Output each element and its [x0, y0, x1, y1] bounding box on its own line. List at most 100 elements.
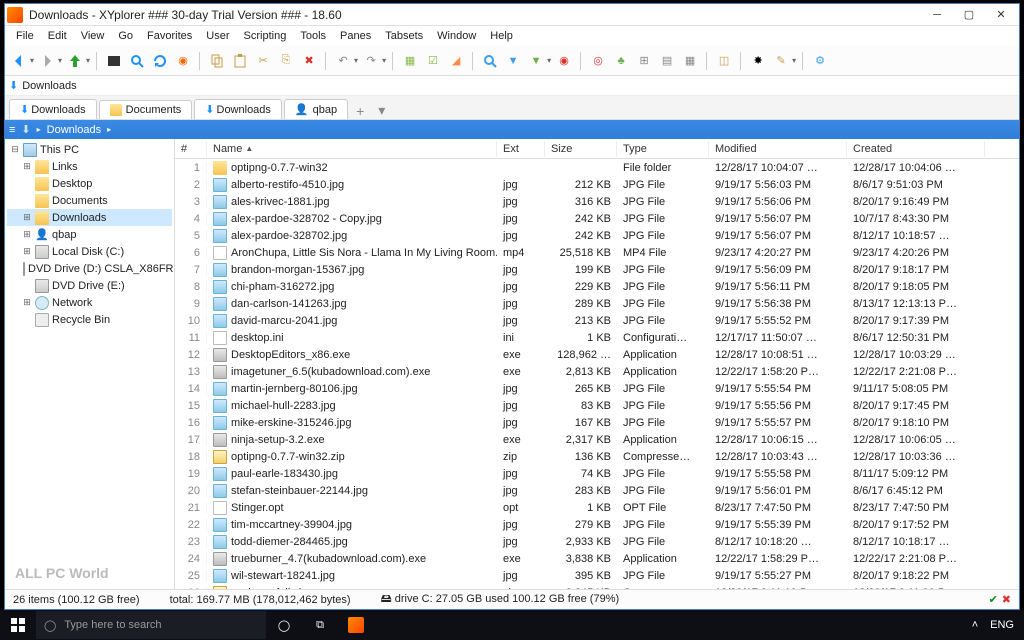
tray-chevron-icon[interactable]: ˄ — [972, 619, 978, 631]
tool2-button[interactable]: ☑ — [423, 51, 443, 71]
target-button[interactable]: ◉ — [173, 51, 193, 71]
wand-button[interactable]: ✎ — [771, 51, 791, 71]
file-row[interactable]: 22tim-mccartney-39904.jpgjpg279 KBJPG Fi… — [175, 516, 1019, 533]
file-row[interactable]: 5alex-pardoe-328702.jpgjpg242 KBJPG File… — [175, 227, 1019, 244]
booklet-button[interactable]: ◫ — [714, 51, 734, 71]
expand-icon[interactable] — [21, 280, 33, 292]
menu-edit[interactable]: Edit — [41, 28, 74, 44]
chevron-icon[interactable]: ▸ — [107, 125, 111, 134]
grid2-button[interactable]: ▤ — [657, 51, 677, 71]
tree-qbap[interactable]: ⊞👤qbap — [7, 226, 172, 243]
tab-qbap[interactable]: 👤qbap — [284, 99, 348, 119]
file-row[interactable]: 14martin-jernberg-80106.jpgjpg265 KBJPG … — [175, 380, 1019, 397]
expand-icon[interactable]: ⊞ — [21, 229, 33, 241]
close-button[interactable]: ✕ — [985, 4, 1017, 26]
file-row[interactable]: 19paul-earle-183430.jpgjpg74 KBJPG File9… — [175, 465, 1019, 482]
palette-button[interactable]: ◉ — [554, 51, 574, 71]
expand-icon[interactable]: ⊞ — [21, 161, 33, 173]
filter-button[interactable]: ▼ — [503, 51, 523, 71]
file-row[interactable]: 9dan-carlson-141263.jpgjpg289 KBJPG File… — [175, 295, 1019, 312]
copy-button[interactable] — [207, 51, 227, 71]
tree-downloads[interactable]: ⊞Downloads — [7, 209, 172, 226]
file-row[interactable]: 24trueburner_4.7(kubadownload.com).exeex… — [175, 550, 1019, 567]
expand-icon[interactable] — [21, 314, 33, 326]
file-row[interactable]: 21Stinger.optopt1 KBOPT File8/23/17 7:47… — [175, 499, 1019, 516]
file-row[interactable]: 3ales-krivec-1881.jpgjpg316 KBJPG File9/… — [175, 193, 1019, 210]
file-row[interactable]: 12DesktopEditors_x86.exeexe128,962 …Appl… — [175, 346, 1019, 363]
file-row[interactable]: 1optipng-0.7.7-win32File folder12/28/17 … — [175, 159, 1019, 176]
status-cancel-button[interactable]: ✖ — [1002, 593, 1011, 606]
file-row[interactable]: 17ninja-setup-3.2.exeexe2,317 KBApplicat… — [175, 431, 1019, 448]
expand-icon[interactable]: ⊞ — [21, 212, 33, 224]
up-dropdown[interactable]: ▾ — [86, 56, 90, 65]
find-button[interactable] — [127, 51, 147, 71]
file-row[interactable]: 18optipng-0.7.7-win32.zipzip136 KBCompre… — [175, 448, 1019, 465]
search-icon[interactable] — [480, 51, 500, 71]
copy2-button[interactable]: ⎘ — [276, 51, 296, 71]
expand-icon[interactable]: ⊟ — [9, 144, 21, 156]
paste-button[interactable] — [230, 51, 250, 71]
expand-icon[interactable]: ⊞ — [21, 297, 33, 309]
taskbar-app-xyplorer[interactable] — [338, 610, 374, 640]
lang-indicator[interactable]: ENG — [990, 619, 1014, 631]
arrow-down-icon[interactable]: ⬇ — [21, 123, 30, 136]
menu-scripting[interactable]: Scripting — [237, 28, 294, 44]
tab-documents[interactable]: Documents — [99, 100, 193, 119]
forward-button[interactable] — [37, 51, 57, 71]
col-type[interactable]: Type — [617, 141, 709, 157]
menu-go[interactable]: Go — [111, 28, 140, 44]
file-row[interactable]: 4alex-pardoe-328702 - Copy.jpgjpg242 KBJ… — [175, 210, 1019, 227]
menu-panes[interactable]: Panes — [333, 28, 378, 44]
col-created[interactable]: Created — [847, 141, 985, 157]
undo-dropdown[interactable]: ▾ — [354, 56, 358, 65]
address-bar[interactable]: ⬇ Downloads — [5, 76, 1019, 96]
undo-button[interactable]: ↶ — [333, 51, 353, 71]
redo-dropdown[interactable]: ▾ — [382, 56, 386, 65]
up-button[interactable] — [65, 51, 85, 71]
tool3-button[interactable]: ◢ — [446, 51, 466, 71]
file-row[interactable]: 2alberto-restifo-4510.jpgjpg212 KBJPG Fi… — [175, 176, 1019, 193]
col-index[interactable]: # — [175, 141, 207, 157]
filter2-button[interactable]: ▼ — [526, 51, 546, 71]
cut-button[interactable]: ✂ — [253, 51, 273, 71]
breadcrumb-item[interactable]: Downloads — [47, 124, 101, 136]
menu-help[interactable]: Help — [483, 28, 520, 44]
maximize-button[interactable]: ▢ — [953, 4, 985, 26]
file-row[interactable]: 13imagetuner_6.5(kubadownload.com).exeex… — [175, 363, 1019, 380]
forward-dropdown[interactable]: ▾ — [58, 56, 62, 65]
file-row[interactable]: 15michael-hull-2283.jpgjpg83 KBJPG File9… — [175, 397, 1019, 414]
tab-downloads[interactable]: ⬇Downloads — [194, 99, 282, 119]
menu-file[interactable]: File — [9, 28, 41, 44]
tree-desktop[interactable]: Desktop — [7, 175, 172, 192]
cortana-button[interactable]: ◯ — [266, 610, 302, 640]
view-button[interactable] — [104, 51, 124, 71]
tree-this-pc[interactable]: ⊟This PC — [7, 141, 172, 158]
candy-button[interactable]: ◎ — [588, 51, 608, 71]
file-row[interactable]: 11desktop.iniini1 KBConfigurati…12/17/17… — [175, 329, 1019, 346]
menu-tools[interactable]: Tools — [293, 28, 333, 44]
tree-button[interactable]: ♣ — [611, 51, 631, 71]
back-dropdown[interactable]: ▾ — [30, 56, 34, 65]
tree-dvd-drive-d-csla-x86freo-[interactable]: DVD Drive (D:) CSLA_X86FREO_ — [7, 260, 172, 277]
expand-icon[interactable] — [21, 178, 33, 190]
grid1-button[interactable]: ⊞ — [634, 51, 654, 71]
tree-local-disk-c-[interactable]: ⊞Local Disk (C:) — [7, 243, 172, 260]
tree-documents[interactable]: Documents — [7, 192, 172, 209]
tool1-button[interactable]: ▦ — [400, 51, 420, 71]
menu-favorites[interactable]: Favorites — [140, 28, 199, 44]
back-button[interactable] — [9, 51, 29, 71]
file-row[interactable]: 8chi-pham-316272.jpgjpg229 KBJPG File9/1… — [175, 278, 1019, 295]
redo-button[interactable]: ↷ — [361, 51, 381, 71]
file-row[interactable]: 23todd-diemer-284465.jpgjpg2,933 KBJPG F… — [175, 533, 1019, 550]
col-name[interactable]: Name▲ — [207, 141, 497, 157]
file-row[interactable]: 10david-marcu-2041.jpgjpg213 KBJPG File9… — [175, 312, 1019, 329]
tree-dvd-drive-e-[interactable]: DVD Drive (E:) — [7, 277, 172, 294]
minimize-button[interactable]: ─ — [921, 4, 953, 26]
menu-tabsets[interactable]: Tabsets — [378, 28, 430, 44]
file-row[interactable]: 6AronChupa, Little Sis Nora - Llama In M… — [175, 244, 1019, 261]
col-size[interactable]: Size — [545, 141, 617, 157]
hamburger-icon[interactable]: ≡ — [9, 124, 15, 136]
file-row[interactable]: 7brandon-morgan-15367.jpgjpg199 KBJPG Fi… — [175, 261, 1019, 278]
grid3-button[interactable]: ▦ — [680, 51, 700, 71]
menu-window[interactable]: Window — [430, 28, 483, 44]
